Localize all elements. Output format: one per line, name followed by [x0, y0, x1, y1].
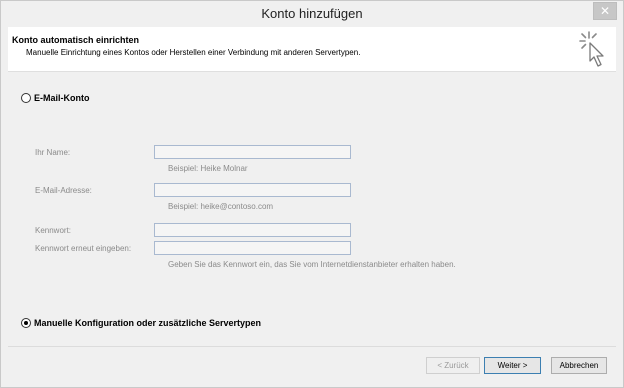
email-label: E-Mail-Adresse: — [35, 186, 92, 195]
dialog-title: Konto hinzufügen — [261, 6, 363, 21]
back-button[interactable]: < Zurück — [426, 357, 480, 374]
email-account-label[interactable]: E-Mail-Konto — [34, 93, 90, 103]
password-hint: Geben Sie das Kennwort ein, das Sie vom … — [168, 260, 456, 269]
wizard-content: E-Mail-Konto Ihr Name: Beispiel: Heike M… — [8, 73, 616, 343]
email-hint: Beispiel: heike@contoso.com — [168, 202, 274, 211]
title-bar: Konto hinzufügen ✕ — [1, 1, 623, 27]
name-hint: Beispiel: Heike Molnar — [168, 164, 248, 173]
cancel-button[interactable]: Abbrechen — [551, 357, 607, 374]
name-label: Ihr Name: — [35, 148, 71, 157]
header-title: Konto automatisch einrichten — [12, 35, 140, 45]
next-button[interactable]: Weiter > — [484, 357, 541, 374]
password-confirm-input[interactable] — [154, 241, 351, 255]
close-button[interactable]: ✕ — [593, 2, 617, 20]
name-input[interactable] — [154, 145, 351, 159]
cursor-click-icon — [579, 31, 604, 67]
add-account-dialog: Konto hinzufügen ✕ Konto automatisch ein… — [0, 0, 624, 388]
header-subtitle: Manuelle Einrichtung eines Kontos oder H… — [26, 48, 361, 57]
email-account-radio[interactable] — [21, 93, 31, 103]
close-icon: ✕ — [599, 4, 611, 18]
password-label: Kennwort: — [35, 226, 72, 235]
manual-config-label[interactable]: Manuelle Konfiguration oder zusätzliche … — [34, 318, 261, 328]
email-input[interactable] — [154, 183, 351, 197]
password-confirm-label: Kennwort erneut eingeben: — [35, 244, 132, 253]
manual-config-radio[interactable] — [21, 318, 31, 328]
wizard-footer: < Zurück Weiter > Abbrechen — [8, 346, 616, 386]
wizard-header: Konto automatisch einrichten Manuelle Ei… — [8, 27, 616, 72]
password-input[interactable] — [154, 223, 351, 237]
